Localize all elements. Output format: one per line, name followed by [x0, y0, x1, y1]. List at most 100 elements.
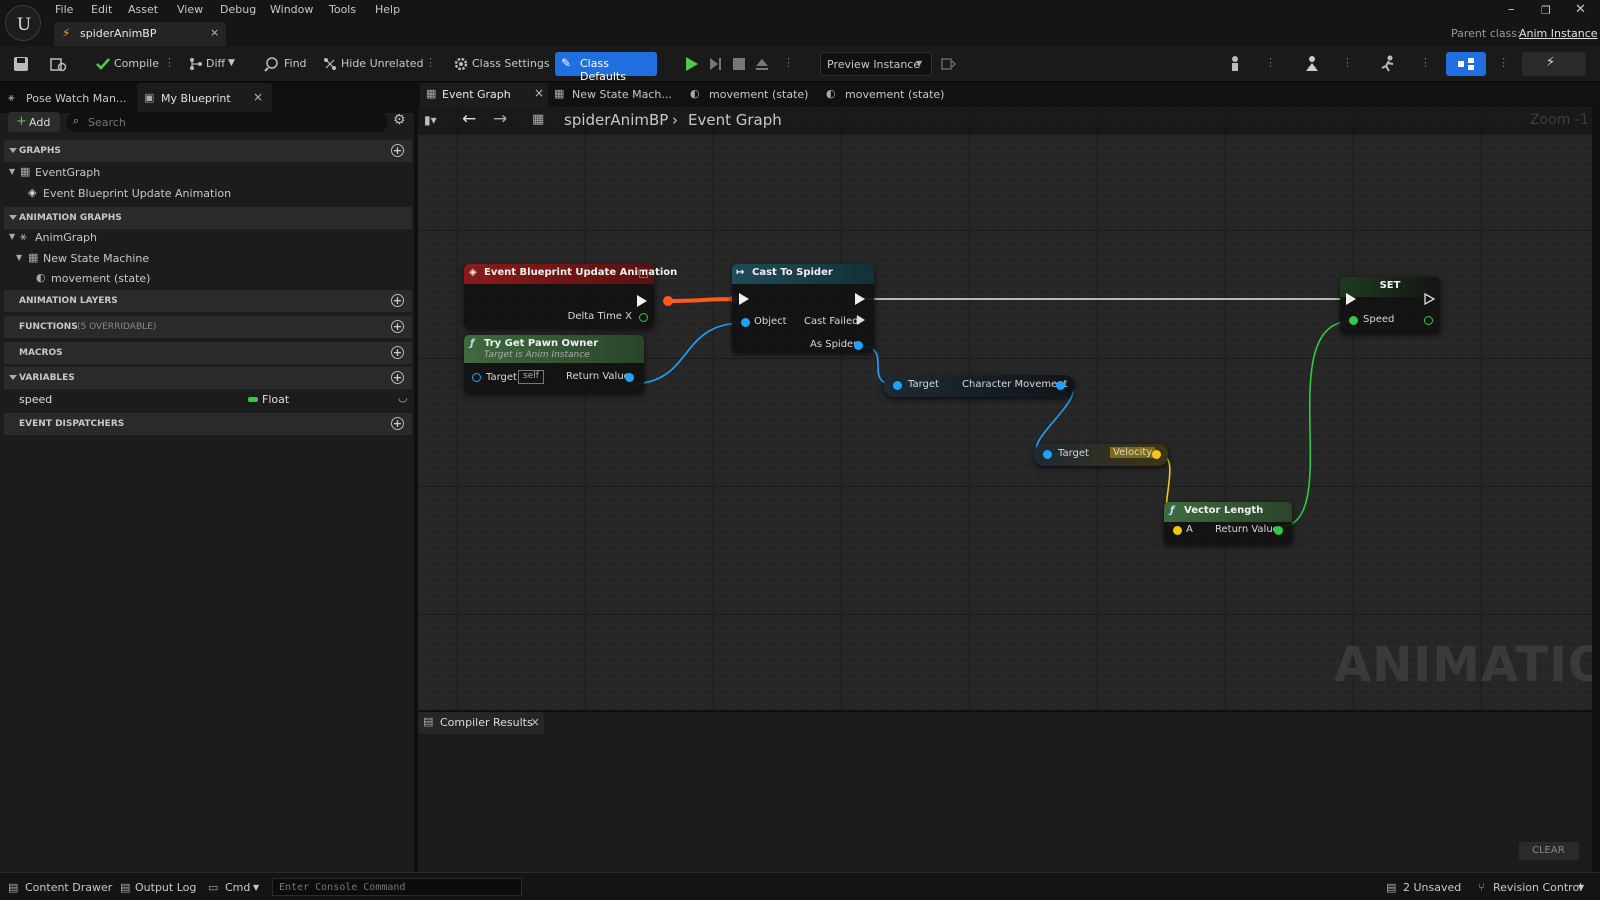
add-graph-icon[interactable]: + [391, 144, 404, 157]
section-graphs[interactable]: GRAPHS + [4, 140, 412, 162]
target-input-pin[interactable] [472, 373, 481, 382]
node-vector-length[interactable]: ƒ Vector Length A Return Value [1164, 502, 1292, 544]
tab-state-machine[interactable]: ▦ New State Mach... [554, 83, 676, 107]
tree-state-machine[interactable]: New State Machine [43, 252, 149, 265]
menu-asset[interactable]: Asset [128, 3, 158, 16]
skeleton-options-icon[interactable]: ⋮ [1265, 56, 1276, 72]
expand-arrow-icon[interactable]: ▼ [9, 167, 15, 176]
revision-control-button[interactable]: Revision Control [1493, 881, 1582, 894]
compile-options-icon[interactable]: ⋮ [164, 56, 175, 72]
close-icon[interactable]: × [534, 86, 544, 100]
play-icon[interactable] [681, 54, 701, 74]
node-velocity[interactable]: Target Velocity [1034, 444, 1168, 466]
add-variable-icon[interactable]: + [391, 371, 404, 384]
diff-dropdown-icon[interactable]: ▼ [228, 58, 235, 68]
add-function-icon[interactable]: + [391, 320, 404, 333]
document-tab[interactable]: ⚡ spiderAnimBP × [54, 22, 226, 46]
eject-icon[interactable] [752, 54, 772, 74]
animation-options-icon[interactable]: ⋮ [1420, 56, 1431, 72]
hide-unrelated-button[interactable]: Hide Unrelated [341, 57, 424, 70]
restore-icon[interactable]: ❐ [1541, 4, 1551, 17]
window-close-icon[interactable]: ✕ [1575, 2, 1586, 17]
menu-view[interactable]: View [177, 3, 203, 16]
section-variables[interactable]: VARIABLES + [4, 367, 412, 389]
blueprint-options-icon[interactable]: ⋮ [1498, 56, 1509, 72]
unreal-logo-icon[interactable]: U [5, 5, 41, 41]
menu-help[interactable]: Help [375, 3, 400, 16]
content-drawer-button[interactable]: Content Drawer [25, 881, 112, 894]
chevron-down-icon[interactable]: ▼ [1578, 883, 1584, 892]
stop-icon[interactable] [729, 54, 749, 74]
tab-my-blueprint[interactable]: ▣ My Blueprint × [137, 83, 272, 113]
diff-button[interactable]: Diff [206, 57, 225, 70]
mesh-options-icon[interactable]: ⋮ [1342, 56, 1353, 72]
output-log-button[interactable]: Output Log [135, 881, 196, 894]
section-animation-layers[interactable]: ANIMATION LAYERS + [4, 290, 412, 312]
exec-output-pin[interactable] [1424, 293, 1436, 305]
visibility-eye-icon[interactable]: ◡ [398, 391, 408, 404]
float-output-pin[interactable] [639, 313, 648, 322]
section-event-dispatchers[interactable]: EVENT DISPATCHERS + [4, 413, 412, 435]
unsaved-button[interactable]: 2 Unsaved [1403, 881, 1461, 894]
preview-instance-dropdown[interactable]: Preview Instance ▼ [820, 52, 932, 76]
menu-window[interactable]: Window [270, 3, 313, 16]
add-dispatcher-icon[interactable]: + [391, 417, 404, 430]
node-event-update[interactable]: ◈ Event Blueprint Update Animation Delta… [464, 264, 677, 328]
cmd-dropdown[interactable]: Cmd [225, 881, 250, 894]
node-character-movement[interactable]: Target Character Movement [884, 375, 1074, 397]
vector-input-pin[interactable] [1173, 526, 1182, 535]
tree-movement-state[interactable]: movement (state) [51, 272, 150, 285]
class-defaults-button[interactable]: ✎ Class Defaults [555, 52, 657, 83]
tab-movement-state-1[interactable]: ◐ movement (state) [690, 83, 820, 107]
skeleton-mode-icon[interactable] [1225, 54, 1245, 74]
close-icon[interactable]: × [210, 26, 219, 39]
add-layer-icon[interactable]: + [391, 294, 404, 307]
exec-output-pin[interactable] [855, 293, 865, 305]
mesh-mode-icon[interactable] [1302, 54, 1322, 74]
find-icon[interactable] [263, 54, 283, 74]
object-output-pin[interactable] [625, 373, 634, 382]
chevron-down-icon[interactable]: ▼ [253, 883, 259, 892]
step-icon[interactable] [705, 54, 725, 74]
event-graph-canvas[interactable]: ▮▾ ← → ▦ spiderAnimBP › Event Graph Zoom… [418, 107, 1592, 710]
search-input[interactable] [88, 114, 378, 130]
tab-compiler-results[interactable]: ▤ Compiler Results × [418, 712, 544, 734]
float-output-pin[interactable] [1424, 316, 1433, 325]
gear-icon[interactable] [451, 54, 471, 74]
compile-button[interactable]: Compile [114, 57, 159, 70]
add-macro-icon[interactable]: + [391, 346, 404, 359]
minimize-icon[interactable]: – [1508, 2, 1515, 17]
physics-mode-button[interactable]: ⚡ [1522, 52, 1586, 76]
node-cast-to-spider[interactable]: ↦ Cast To Spider Object Cast Failed As S… [732, 264, 874, 352]
play-options-icon[interactable]: ⋮ [783, 56, 794, 72]
float-output-pin[interactable] [1274, 526, 1283, 535]
expand-arrow-icon[interactable]: ▼ [9, 232, 15, 241]
exec-input-pin[interactable] [1346, 293, 1356, 305]
search-box[interactable]: ⌕ [66, 112, 388, 132]
object-input-pin[interactable] [1043, 450, 1052, 459]
exec-input-pin[interactable] [739, 293, 749, 305]
animation-mode-icon[interactable] [1378, 54, 1398, 74]
tree-event-update[interactable]: Event Blueprint Update Animation [43, 187, 231, 200]
parent-class-link[interactable]: Anim Instance [1519, 27, 1598, 40]
expand-arrow-icon[interactable]: ▼ [16, 253, 22, 262]
section-animation-graphs[interactable]: ANIMATION GRAPHS [4, 207, 412, 229]
vector-output-pin[interactable] [1152, 450, 1161, 459]
save-icon[interactable] [11, 54, 31, 74]
section-macros[interactable]: MACROS + [4, 342, 412, 364]
clear-button[interactable]: CLEAR [1519, 842, 1579, 860]
delegate-pin-icon[interactable] [639, 269, 648, 278]
compile-icon[interactable] [93, 54, 113, 74]
add-button[interactable]: + Add [8, 112, 60, 132]
menu-tools[interactable]: Tools [329, 3, 356, 16]
browse-icon[interactable] [48, 54, 68, 74]
menu-file[interactable]: File [55, 3, 73, 16]
debug-filter-icon[interactable] [938, 54, 958, 74]
self-field[interactable]: self [518, 370, 544, 384]
object-input-pin[interactable] [741, 318, 750, 327]
menu-debug[interactable]: Debug [220, 3, 256, 16]
blueprint-mode-button[interactable] [1446, 52, 1486, 76]
float-input-pin[interactable] [1349, 316, 1358, 325]
console-command-input[interactable] [272, 878, 522, 896]
close-icon[interactable]: × [253, 90, 263, 104]
